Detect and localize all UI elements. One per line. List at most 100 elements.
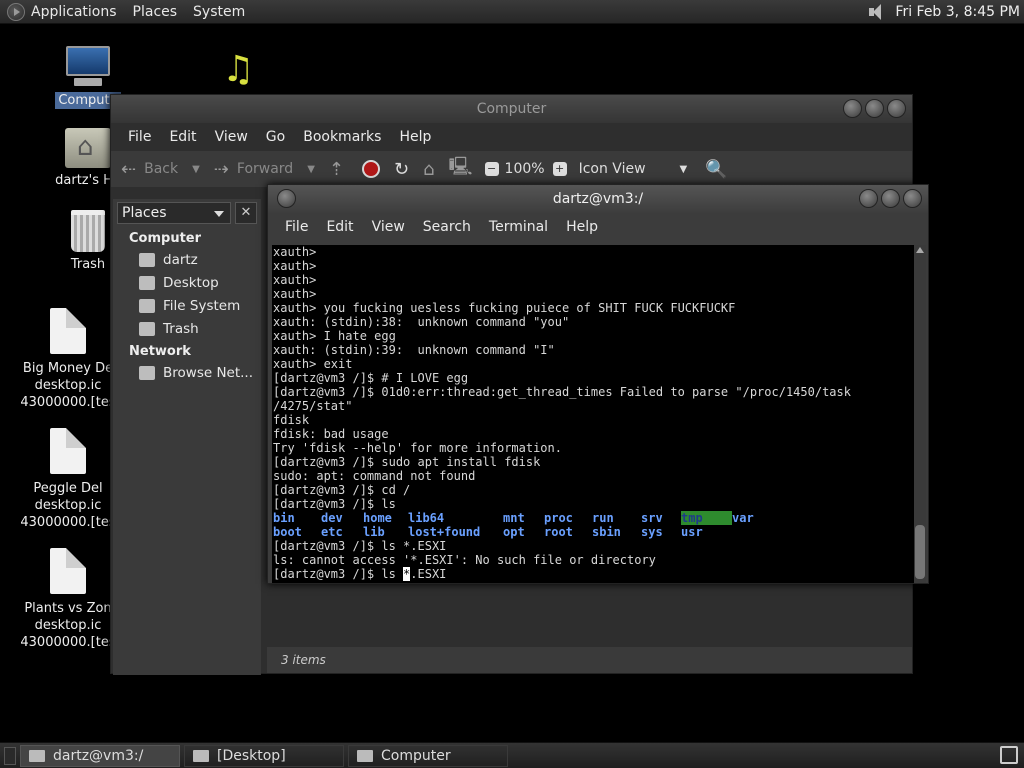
sidebar-item-dartz[interactable]: dartz — [139, 250, 261, 269]
menu-help[interactable]: Help — [566, 219, 598, 235]
maximize-button[interactable] — [881, 189, 900, 208]
computer-titlebar[interactable]: Computer — [111, 95, 912, 123]
sidebar-item-filesystem[interactable]: File System — [139, 296, 261, 315]
task-computer[interactable]: Computer — [348, 744, 508, 767]
terminal-titlebar[interactable]: dartz@vm3:/ — [268, 185, 928, 213]
menu-file[interactable]: File — [128, 129, 151, 145]
terminal-output[interactable]: xauth> xauth> xauth> xauth> xauth> you fucki… — [272, 245, 914, 583]
close-button[interactable] — [887, 99, 906, 118]
menu-search[interactable]: Search — [423, 219, 471, 235]
desktop-icon-label: Peggle Del — [33, 481, 103, 496]
scroll-up-icon[interactable] — [916, 247, 924, 253]
network-icon — [139, 365, 155, 380]
desktop-icon-peggle[interactable]: Peggle Del desktop.ic 43000000.[tes — [18, 428, 118, 531]
desktop-icon-label: 43000000.[tes — [20, 635, 116, 650]
sidebar-item-trash[interactable]: Trash — [139, 319, 261, 338]
applications-menu[interactable]: Applications — [31, 4, 117, 20]
ls-output-row: boot etc lib lost+found opt root sbin sys usr — [273, 525, 914, 539]
terminal-menubar: File Edit View Search Terminal Help — [268, 213, 928, 241]
menu-edit[interactable]: Edit — [326, 219, 353, 235]
up-arrow-icon[interactable]: ⇡ — [329, 159, 344, 180]
ls-entry: run — [592, 511, 614, 525]
computer-small-icon[interactable]: 🖳 — [449, 154, 473, 184]
desktop-icon-label: desktop.ic — [34, 618, 102, 633]
zoom-out-icon[interactable]: − — [484, 162, 499, 176]
terminal-scrollbar[interactable] — [914, 245, 926, 583]
minimize-button[interactable] — [843, 99, 862, 118]
ls-entry: lost+found — [408, 525, 481, 539]
main-menu-logo-icon[interactable] — [7, 2, 25, 21]
sidebar-item-label: File System — [163, 297, 241, 314]
volume-icon[interactable] — [867, 3, 889, 21]
menu-go[interactable]: Go — [266, 129, 285, 145]
music-note-icon[interactable]: ♫ — [222, 50, 254, 90]
view-mode-select[interactable]: Icon View — [579, 161, 646, 177]
task-terminal[interactable]: dartz@vm3:/ — [20, 744, 180, 767]
menu-view[interactable]: View — [215, 129, 248, 145]
terminal-prompt-line: [dartz@vm3 /]$ ls *.ESXI — [273, 567, 914, 581]
terminal-line: ls: cannot access '*.ESXI': No such file… — [273, 553, 656, 567]
terminal-window: dartz@vm3:/ File Edit View Search Termin… — [267, 184, 929, 584]
status-bar: 3 items — [267, 647, 912, 673]
forward-button[interactable]: ⇢ Forward ▼ — [214, 159, 315, 180]
clock[interactable]: Fri Feb 3, 8:45 PM — [895, 4, 1020, 20]
show-desktop-button[interactable] — [4, 746, 16, 765]
ls-entry: bin — [273, 511, 295, 525]
terminal-icon — [29, 749, 45, 762]
ls-entry: proc — [544, 511, 573, 525]
close-button[interactable] — [903, 189, 922, 208]
zoom-in-icon[interactable]: + — [552, 162, 567, 176]
scroll-thumb[interactable] — [915, 525, 925, 579]
desktop-icon-plants[interactable]: Plants vs Zon desktop.ic 43000000.[tes — [18, 548, 118, 651]
chevron-down-icon[interactable]: ▼ — [680, 164, 688, 175]
system-menu[interactable]: System — [193, 4, 245, 20]
task-label: dartz@vm3:/ — [53, 747, 144, 764]
sidebar-item-label: Trash — [163, 320, 199, 337]
menu-help[interactable]: Help — [399, 129, 431, 145]
reload-icon[interactable]: ↻ — [394, 159, 409, 180]
terminal-line: fdisk: bad usage — [273, 427, 389, 441]
minimize-button[interactable] — [859, 189, 878, 208]
back-arrow-icon: ⇠ — [121, 158, 137, 180]
task-desktop[interactable]: [Desktop] — [184, 744, 344, 767]
stop-icon[interactable] — [362, 160, 380, 178]
bottom-panel: dartz@vm3:/ [Desktop] Computer — [0, 742, 1024, 768]
forward-label: Forward — [236, 161, 294, 177]
window-title: dartz@vm3:/ — [552, 191, 644, 207]
workspace-switcher[interactable] — [1000, 746, 1018, 764]
close-sidebar-button[interactable]: ✕ — [235, 202, 257, 224]
terminal-line: [dartz@vm3 /]$ # I LOVE egg — [273, 371, 469, 385]
terminal-line: xauth: (stdin):39: unknown command "I" — [273, 343, 555, 357]
places-menu[interactable]: Places — [133, 4, 178, 20]
terminal-line: xauth> — [273, 259, 317, 273]
maximize-button[interactable] — [865, 99, 884, 118]
terminal-line: sudo: apt: command not found — [273, 469, 476, 483]
terminal-line: [dartz@vm3 /]$ sudo apt install fdisk — [273, 455, 541, 469]
home-icon[interactable]: ⌂ — [423, 159, 434, 180]
forward-arrow-icon: ⇢ — [213, 158, 229, 180]
back-button[interactable]: ⇠ Back ▼ — [121, 159, 200, 180]
menu-terminal[interactable]: Terminal — [489, 219, 548, 235]
desktop-icon-label: desktop.ic — [34, 498, 102, 513]
search-icon[interactable]: 🔍 — [705, 159, 727, 180]
computer-toolbar: ⇠ Back ▼ ⇢ Forward ▼ ⇡ ↻ ⌂ 🖳 − 100% + Icon V… — [111, 151, 912, 187]
places-sidebar: Places ✕ Computer dartz Desktop File Sys… — [113, 199, 261, 675]
trash-icon — [71, 210, 105, 252]
menu-bookmarks[interactable]: Bookmarks — [303, 129, 381, 145]
terminal-line: [dartz@vm3 /]$ 01d0:err:thread:get_threa… — [273, 385, 851, 399]
desktop-icon-big-money[interactable]: Big Money De desktop.ic 43000000.[tes — [18, 308, 118, 411]
sidebar-item-browse-network[interactable]: Browse Net... — [139, 363, 261, 382]
desktop-icon-label: 43000000.[tes — [20, 515, 116, 530]
sidebar-item-desktop[interactable]: Desktop — [139, 273, 261, 292]
task-label: [Desktop] — [217, 747, 286, 764]
places-combo[interactable]: Places — [117, 202, 231, 224]
computer-icon — [64, 46, 112, 88]
sidebar-header-network: Network — [129, 344, 191, 359]
terminal-line: xauth> exit — [273, 357, 353, 371]
ls-entry: lib — [363, 525, 385, 539]
menu-view[interactable]: View — [372, 219, 405, 235]
menu-file[interactable]: File — [285, 219, 308, 235]
sidebar-item-label: dartz — [163, 251, 198, 268]
menu-edit[interactable]: Edit — [169, 129, 196, 145]
window-menu-button[interactable] — [277, 189, 296, 208]
